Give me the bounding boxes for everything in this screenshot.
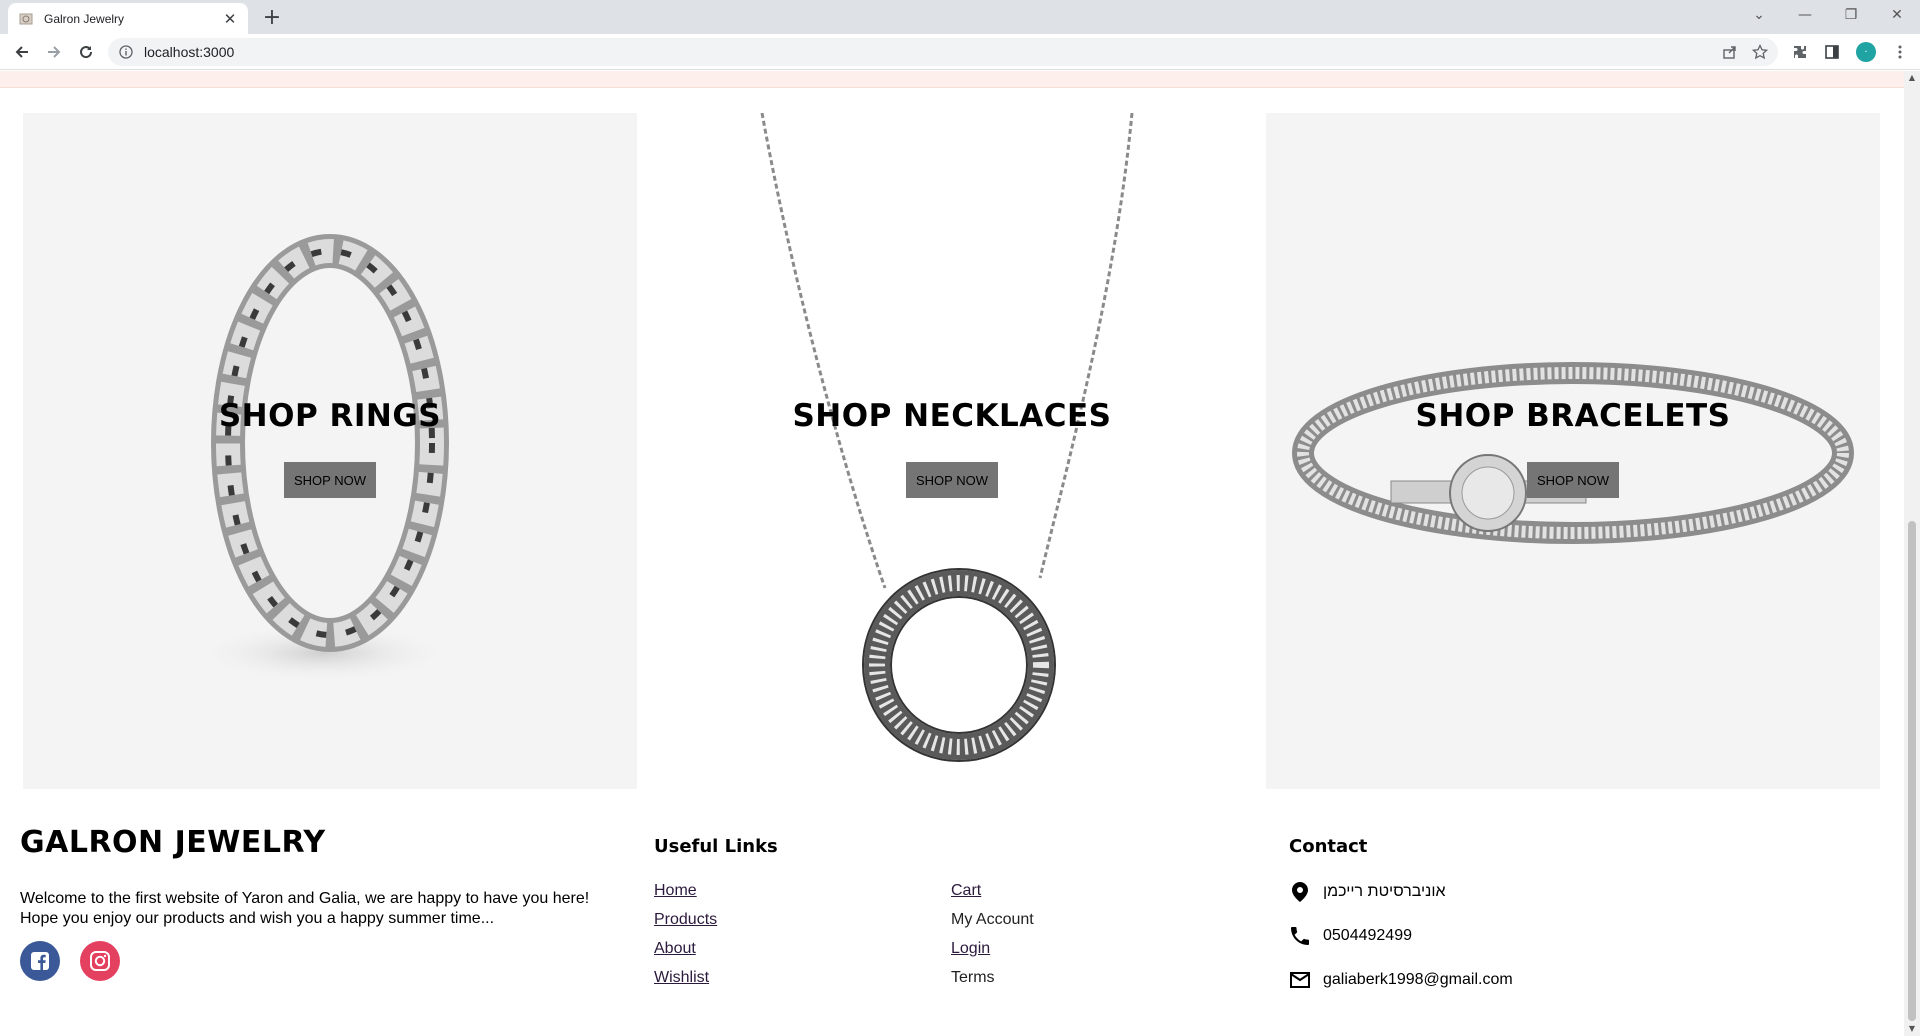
phone-text: 0504492499 bbox=[1323, 927, 1412, 944]
welcome-line-2: Hope you enjoy our products and wish you… bbox=[20, 910, 495, 927]
browser-tab-bar: Galron Jewelry ✕ + ⌄ — ❐ ✕ bbox=[0, 0, 1920, 34]
tab-title: Galron Jewelry bbox=[44, 11, 125, 26]
footer-link-products[interactable]: Products bbox=[654, 911, 717, 929]
menu-kebab-icon[interactable] bbox=[1890, 42, 1910, 62]
side-panel-icon[interactable] bbox=[1822, 42, 1842, 62]
address-bar[interactable]: localhost:3000 bbox=[108, 38, 1778, 66]
back-button[interactable] bbox=[8, 38, 36, 66]
share-icon[interactable] bbox=[1722, 44, 1738, 64]
ring-image bbox=[193, 234, 453, 683]
header-strip bbox=[0, 71, 1904, 88]
page-viewport: SHOP RINGS SHOP NOW SHOP NECKLACES SHOP … bbox=[0, 71, 1904, 1036]
footer-link-my-account[interactable]: My Account bbox=[951, 911, 1034, 929]
site-favicon-icon bbox=[18, 11, 34, 27]
contact-phone: 0504492499 bbox=[1289, 925, 1412, 947]
category-title: SHOP BRACELETS bbox=[1415, 398, 1731, 434]
minimize-button[interactable]: — bbox=[1782, 0, 1828, 30]
tab-search-icon[interactable]: ⌄ bbox=[1736, 0, 1782, 30]
location-pin-icon bbox=[1289, 881, 1311, 903]
footer-link-cart[interactable]: Cart bbox=[951, 882, 981, 900]
omnibox-actions bbox=[1722, 43, 1769, 64]
footer-link-about[interactable]: About bbox=[654, 940, 696, 958]
close-window-button[interactable]: ✕ bbox=[1874, 0, 1920, 30]
facebook-button[interactable] bbox=[20, 941, 60, 981]
footer-brand-title: GALRON JEWELRY bbox=[20, 825, 326, 860]
welcome-text: Welcome to the first website of Yaron an… bbox=[20, 889, 600, 929]
forward-button[interactable] bbox=[40, 38, 68, 66]
contact-address: אוניברסיטת רייכמן bbox=[1289, 881, 1446, 903]
address-text: אוניברסיטת רייכמן bbox=[1323, 883, 1446, 900]
facebook-icon bbox=[31, 952, 49, 970]
shop-now-button[interactable]: SHOP NOW bbox=[284, 462, 376, 498]
email-text: galiaberk1998@gmail.com bbox=[1323, 971, 1513, 988]
shop-now-button[interactable]: SHOP NOW bbox=[906, 462, 998, 498]
instagram-button[interactable] bbox=[80, 941, 120, 981]
bracelet-image bbox=[1292, 362, 1854, 544]
footer-link-wishlist[interactable]: Wishlist bbox=[654, 969, 709, 987]
shop-now-button[interactable]: SHOP NOW bbox=[1527, 462, 1619, 498]
category-card-necklaces[interactable]: SHOP NECKLACES SHOP NOW bbox=[645, 113, 1259, 789]
reload-button[interactable] bbox=[72, 38, 100, 66]
footer-link-terms[interactable]: Terms bbox=[951, 969, 995, 987]
category-title: SHOP NECKLACES bbox=[792, 398, 1112, 434]
scroll-up-arrow-icon[interactable]: ▲ bbox=[1908, 73, 1916, 83]
necklace-image bbox=[760, 113, 1134, 762]
site-footer: GALRON JEWELRY Welcome to the first webs… bbox=[0, 817, 1904, 1036]
extensions-icon[interactable] bbox=[1790, 42, 1810, 62]
browser-tab[interactable]: Galron Jewelry ✕ bbox=[8, 3, 248, 34]
scroll-down-arrow-icon[interactable]: ▼ bbox=[1908, 1024, 1916, 1034]
category-card-rings[interactable]: SHOP RINGS SHOP NOW bbox=[23, 113, 637, 789]
new-tab-button[interactable]: + bbox=[258, 5, 286, 33]
url-text: localhost:3000 bbox=[144, 44, 235, 60]
window-controls: ⌄ — ❐ ✕ bbox=[1736, 0, 1920, 30]
contact-title: Contact bbox=[1289, 836, 1368, 857]
welcome-line-1: Welcome to the first website of Yaron an… bbox=[20, 890, 590, 907]
useful-links-title: Useful Links bbox=[654, 836, 778, 857]
footer-link-login[interactable]: Login bbox=[951, 940, 990, 958]
restore-button[interactable]: ❐ bbox=[1828, 0, 1874, 30]
phone-icon bbox=[1289, 925, 1311, 947]
browser-toolbar: localhost:3000 · bbox=[0, 34, 1920, 70]
category-title: SHOP RINGS bbox=[218, 398, 442, 434]
bookmark-star-icon[interactable] bbox=[1751, 43, 1769, 64]
site-info-icon[interactable] bbox=[118, 44, 134, 60]
mail-icon bbox=[1289, 969, 1311, 991]
instagram-icon bbox=[90, 951, 110, 971]
page-scrollbar[interactable]: ▲ ▼ bbox=[1904, 71, 1920, 1036]
scroll-thumb[interactable] bbox=[1908, 521, 1916, 1021]
contact-email: galiaberk1998@gmail.com bbox=[1289, 969, 1513, 991]
profile-avatar[interactable]: · bbox=[1856, 42, 1876, 62]
category-card-bracelets[interactable]: SHOP BRACELETS SHOP NOW bbox=[1266, 113, 1880, 789]
tab-close-icon[interactable]: ✕ bbox=[222, 10, 238, 28]
footer-link-home[interactable]: Home bbox=[654, 882, 697, 900]
